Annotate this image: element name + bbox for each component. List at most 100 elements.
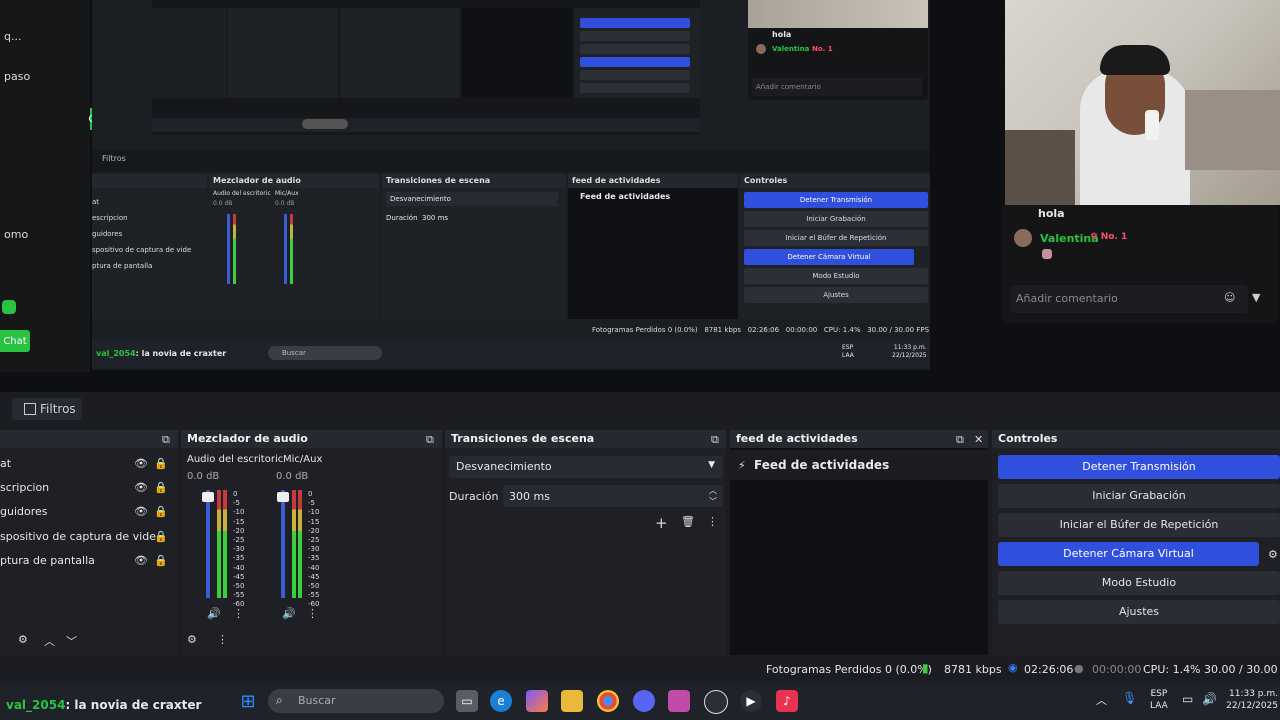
volume-slider[interactable] — [206, 490, 210, 598]
audio-meter — [223, 490, 227, 598]
undock-icon[interactable]: ⧉ — [956, 433, 964, 447]
chat-message: hola — [1038, 207, 1065, 220]
more-menu-icon[interactable]: ⋮ — [233, 607, 244, 620]
more-menu-icon[interactable]: ⋮ — [307, 607, 318, 620]
tiktok-studio-icon[interactable]: ♪ — [776, 690, 798, 712]
search-icon: ⌕ — [276, 693, 283, 707]
volume-handle[interactable] — [202, 492, 214, 502]
strip-text: paso — [4, 70, 31, 83]
lock-icon[interactable]: 🔒 — [154, 505, 168, 518]
add-icon[interactable]: + — [655, 514, 668, 532]
move-up-icon[interactable]: ︿ — [44, 633, 55, 649]
undock-icon[interactable]: ⧉ — [162, 433, 170, 447]
volume-icon[interactable]: 🔊 — [1202, 692, 1217, 706]
emoji-icon[interactable]: ☺ — [1224, 291, 1235, 304]
settings-button[interactable]: Ajustes — [998, 600, 1280, 624]
edge-icon[interactable]: e — [490, 690, 512, 712]
bitrate: 8781 kbps — [944, 663, 1002, 676]
source-item[interactable]: ptura de pantalla — [92, 258, 191, 274]
eye-icon[interactable]: 👁 — [134, 554, 148, 567]
mini-control-button[interactable]: Modo Estudio — [744, 268, 928, 284]
studio-mode-button[interactable]: Modo Estudio — [998, 571, 1280, 595]
feed-header: Feed de actividades — [754, 458, 890, 472]
gear-icon[interactable]: ⚙ — [18, 633, 28, 646]
mixer-settings-icon[interactable]: ⚙ — [187, 633, 197, 646]
comment-input[interactable]: Añadir comentario — [1010, 285, 1248, 313]
file-explorer-icon[interactable] — [561, 690, 583, 712]
app-icon[interactable] — [668, 690, 690, 712]
mini-search[interactable]: Buscar — [268, 346, 382, 360]
source-item[interactable]: spositivo de captura de vide — [0, 530, 156, 543]
mini-control-button[interactable]: Detener Cámara Virtual — [744, 249, 914, 265]
transition-select-mini[interactable]: Desvanecimiento — [386, 192, 558, 206]
mini-control-button[interactable]: Detener Transmisión — [744, 192, 928, 208]
more-menu-icon[interactable]: ⋮ — [707, 515, 718, 528]
audio-meter — [298, 490, 302, 598]
chat-button[interactable]: Chat — [0, 330, 30, 352]
eye-icon[interactable]: 👁 — [134, 505, 148, 518]
more-menu-icon[interactable]: ⋮ — [217, 633, 228, 646]
clock[interactable]: 11:33 p.m. 22/12/2025 — [1222, 688, 1278, 712]
chat-message: hola — [772, 30, 792, 39]
lock-icon[interactable]: 🔒 — [154, 481, 168, 494]
fps: 30.00 / 30.00 FPS — [1204, 663, 1280, 676]
source-item[interactable]: at — [0, 457, 11, 470]
lock-icon[interactable]: 🔒 — [154, 457, 168, 470]
eye-icon[interactable]: 👁 — [134, 457, 148, 470]
filter-icon[interactable]: ▼ — [1252, 291, 1260, 304]
language-indicator[interactable]: ESP LAA — [1150, 688, 1168, 712]
source-item[interactable]: at — [92, 194, 191, 210]
lock-icon[interactable]: 🔒 — [154, 530, 168, 543]
eye-icon[interactable]: 👁 — [134, 481, 148, 494]
chevron-up-icon[interactable]: ︿ — [1096, 692, 1107, 708]
obs-icon[interactable] — [704, 690, 728, 714]
source-item[interactable]: escripcion — [92, 210, 191, 226]
windows-start-icon[interactable]: ⊞ — [237, 690, 259, 712]
discord-icon[interactable] — [633, 690, 655, 712]
mini-control-button[interactable]: Iniciar el Búfer de Repetición — [744, 230, 928, 246]
lock-icon[interactable]: 🔒 — [154, 554, 168, 567]
task-view-icon[interactable]: ▭ — [456, 690, 478, 712]
chrome-icon[interactable] — [597, 690, 619, 712]
speaker-icon[interactable]: 🔊 — [207, 607, 221, 620]
duration-value-mini[interactable]: 300 ms — [422, 214, 448, 222]
audio-mixer-panel: Mezclador de audio ⧉ Audio del escritori… — [181, 430, 442, 655]
mic-icon[interactable]: 🎙 — [1122, 691, 1137, 705]
source-item[interactable]: guidores — [0, 505, 48, 518]
volume-handle[interactable] — [277, 492, 289, 502]
mixer-title-mini: Mezclador de audio — [209, 174, 379, 188]
left-chat-strip: q... paso Chat omo Chat — [0, 0, 112, 372]
source-item[interactable]: ptura de pantalla — [0, 554, 95, 567]
lightning-icon: ⚡ — [738, 459, 746, 472]
copilot-icon[interactable] — [526, 690, 548, 712]
chevron-up-icon[interactable]: ︿ — [709, 485, 717, 496]
start-replay-buffer-button[interactable]: Iniciar el Búfer de Repetición — [998, 513, 1280, 537]
filters-button[interactable]: Filtros — [12, 398, 82, 420]
media-player-icon[interactable]: ▶ — [740, 690, 762, 712]
comment-input-small[interactable]: Añadir comentario — [752, 78, 922, 96]
transition-select[interactable]: Desvanecimiento ▼ — [449, 456, 723, 478]
avatar — [756, 44, 766, 54]
stop-virtual-camera-button[interactable]: Detener Cámara Virtual — [998, 542, 1259, 566]
source-item[interactable]: scripcion — [0, 481, 49, 494]
gear-icon[interactable]: ⚙ — [1268, 548, 1278, 561]
search-placeholder: Buscar — [298, 694, 336, 707]
strip-text: q... — [4, 30, 22, 43]
mini-control-button[interactable]: Iniciar Grabación — [744, 211, 928, 227]
duration-stepper[interactable]: 300 ms ︿ ﹀ — [503, 485, 723, 507]
network-icon[interactable]: ▭ — [1182, 692, 1193, 706]
search-box[interactable]: ⌕ Buscar — [268, 689, 444, 713]
undock-icon[interactable]: ⧉ — [426, 433, 434, 447]
volume-slider[interactable] — [281, 490, 285, 598]
move-down-icon[interactable]: ﹀ — [66, 633, 77, 649]
start-recording-button[interactable]: Iniciar Grabación — [998, 484, 1280, 508]
stop-streaming-button[interactable]: Detener Transmisión — [998, 455, 1280, 479]
close-icon[interactable]: ✕ — [974, 433, 983, 446]
chevron-down-icon[interactable]: ﹀ — [709, 496, 717, 507]
source-item[interactable]: spositivo de captura de vide — [92, 242, 191, 258]
trash-icon[interactable]: 🗑 — [681, 515, 695, 528]
speaker-icon[interactable]: 🔊 — [282, 607, 296, 620]
source-item[interactable]: guidores — [92, 226, 191, 242]
mini-control-button[interactable]: Ajustes — [744, 287, 928, 303]
undock-icon[interactable]: ⧉ — [711, 433, 719, 447]
